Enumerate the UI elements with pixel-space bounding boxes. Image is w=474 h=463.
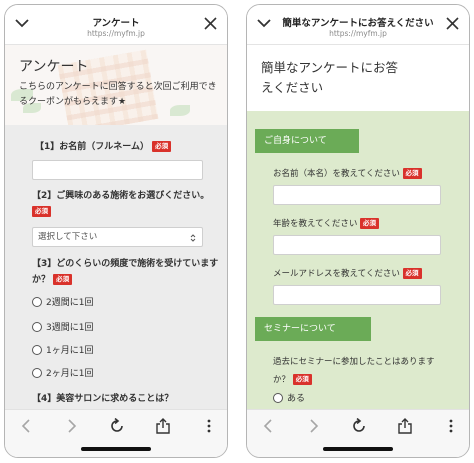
- phone-screen-right: 簡単なアンケートにお答えください https://myfm.jp 簡単なアンケー…: [246, 4, 470, 458]
- reload-icon[interactable]: [109, 418, 125, 434]
- radio-button[interactable]: [32, 297, 42, 307]
- email-input[interactable]: [273, 285, 441, 305]
- survey-form: 【1】お名前（フルネーム） 必須 【2】ご興味のある施術をお選びください。 必須…: [5, 125, 227, 409]
- page-url: https://myfm.jp: [87, 29, 145, 38]
- survey-header: 簡単なアンケートにお答えください: [247, 45, 469, 111]
- radio-button[interactable]: [32, 368, 42, 378]
- back-icon[interactable]: [261, 418, 277, 434]
- required-badge: 必須: [360, 218, 380, 229]
- radio-button[interactable]: [32, 345, 42, 355]
- field-label-email: メールアドレスを教えてください 必須: [273, 267, 422, 281]
- chevron-down-icon[interactable]: [256, 17, 272, 29]
- seminar-question-label: 過去にセミナーに参加したことはありますか？ 必須: [273, 357, 435, 385]
- question-4-label: 【4】美容サロンに求めることは？: [32, 394, 174, 404]
- radio-option[interactable]: ある: [273, 393, 305, 405]
- page-title: 簡単なアンケートにお答えください: [282, 18, 434, 29]
- more-icon[interactable]: [443, 418, 459, 434]
- browser-top-bar: アンケート https://myfm.jp: [5, 5, 227, 45]
- close-icon[interactable]: [204, 17, 217, 30]
- required-badge: 必須: [53, 274, 73, 285]
- reload-icon[interactable]: [351, 418, 367, 434]
- share-icon[interactable]: [155, 418, 171, 434]
- treatment-select[interactable]: 選択して下さい: [32, 227, 203, 247]
- radio-option[interactable]: 2週間に1回: [32, 297, 93, 309]
- radio-option[interactable]: 1ヶ月に1回: [32, 345, 93, 357]
- share-icon[interactable]: [397, 418, 413, 434]
- browser-top-bar: 簡単なアンケートにお答えください https://myfm.jp: [247, 5, 469, 45]
- required-badge: 必須: [402, 268, 422, 279]
- more-icon[interactable]: [201, 418, 217, 434]
- hero-description: こちらのアンケートに回答すると次回ご利用できるクーポンがもらえます★: [19, 82, 217, 107]
- select-updown-icon: [190, 234, 196, 242]
- page-url: https://myfm.jp: [329, 29, 387, 38]
- name-input[interactable]: [32, 160, 203, 180]
- hero-title: アンケート: [19, 59, 89, 75]
- back-icon[interactable]: [19, 418, 35, 434]
- phone-screen-left: アンケート https://myfm.jp アンケート こちらのアンケートに回答…: [4, 4, 228, 458]
- browser-bottom-toolbar: [247, 409, 469, 457]
- page-title: アンケート: [92, 18, 140, 29]
- survey-title: 簡単なアンケートにお答えください: [261, 60, 399, 95]
- required-badge: 必須: [152, 141, 172, 152]
- field-label-age: 年齢を教えてください 必須: [273, 217, 380, 231]
- required-badge: 必須: [32, 206, 51, 217]
- radio-button[interactable]: [273, 393, 283, 403]
- forward-icon[interactable]: [305, 418, 321, 434]
- survey-hero-banner: アンケート こちらのアンケートに回答すると次回ご利用できるクーポンがもらえます★: [5, 45, 227, 125]
- section-header-about-you: ご自身について: [255, 129, 359, 153]
- chevron-down-icon[interactable]: [14, 17, 30, 29]
- radio-option[interactable]: 3週間に1回: [32, 322, 93, 334]
- radio-option[interactable]: 2ヶ月に1回: [32, 368, 93, 380]
- browser-bottom-toolbar: [5, 409, 227, 457]
- question-2-label: 【2】ご興味のある施術をお選びください。 必須: [32, 191, 210, 217]
- section-header-seminar: セミナーについて: [255, 317, 371, 341]
- close-icon[interactable]: [446, 17, 459, 30]
- age-input[interactable]: [273, 235, 441, 255]
- survey-form: ご自身について お名前（本名）を教えてください 必須 年齢を教えてください 必須…: [247, 111, 469, 409]
- question-3-label: 【3】どのくらいの頻度で施術を受けていますか？ 必須: [32, 259, 219, 285]
- forward-icon[interactable]: [63, 418, 79, 434]
- required-badge: 必須: [402, 168, 422, 179]
- radio-button[interactable]: [32, 322, 42, 332]
- home-indicator: [323, 447, 393, 451]
- name-input[interactable]: [273, 185, 441, 205]
- required-badge: 必須: [292, 374, 312, 385]
- field-label-name: お名前（本名）を教えてください 必須: [273, 167, 422, 181]
- question-1-label: 【1】お名前（フルネーム） 必須: [35, 139, 172, 155]
- home-indicator: [81, 447, 151, 451]
